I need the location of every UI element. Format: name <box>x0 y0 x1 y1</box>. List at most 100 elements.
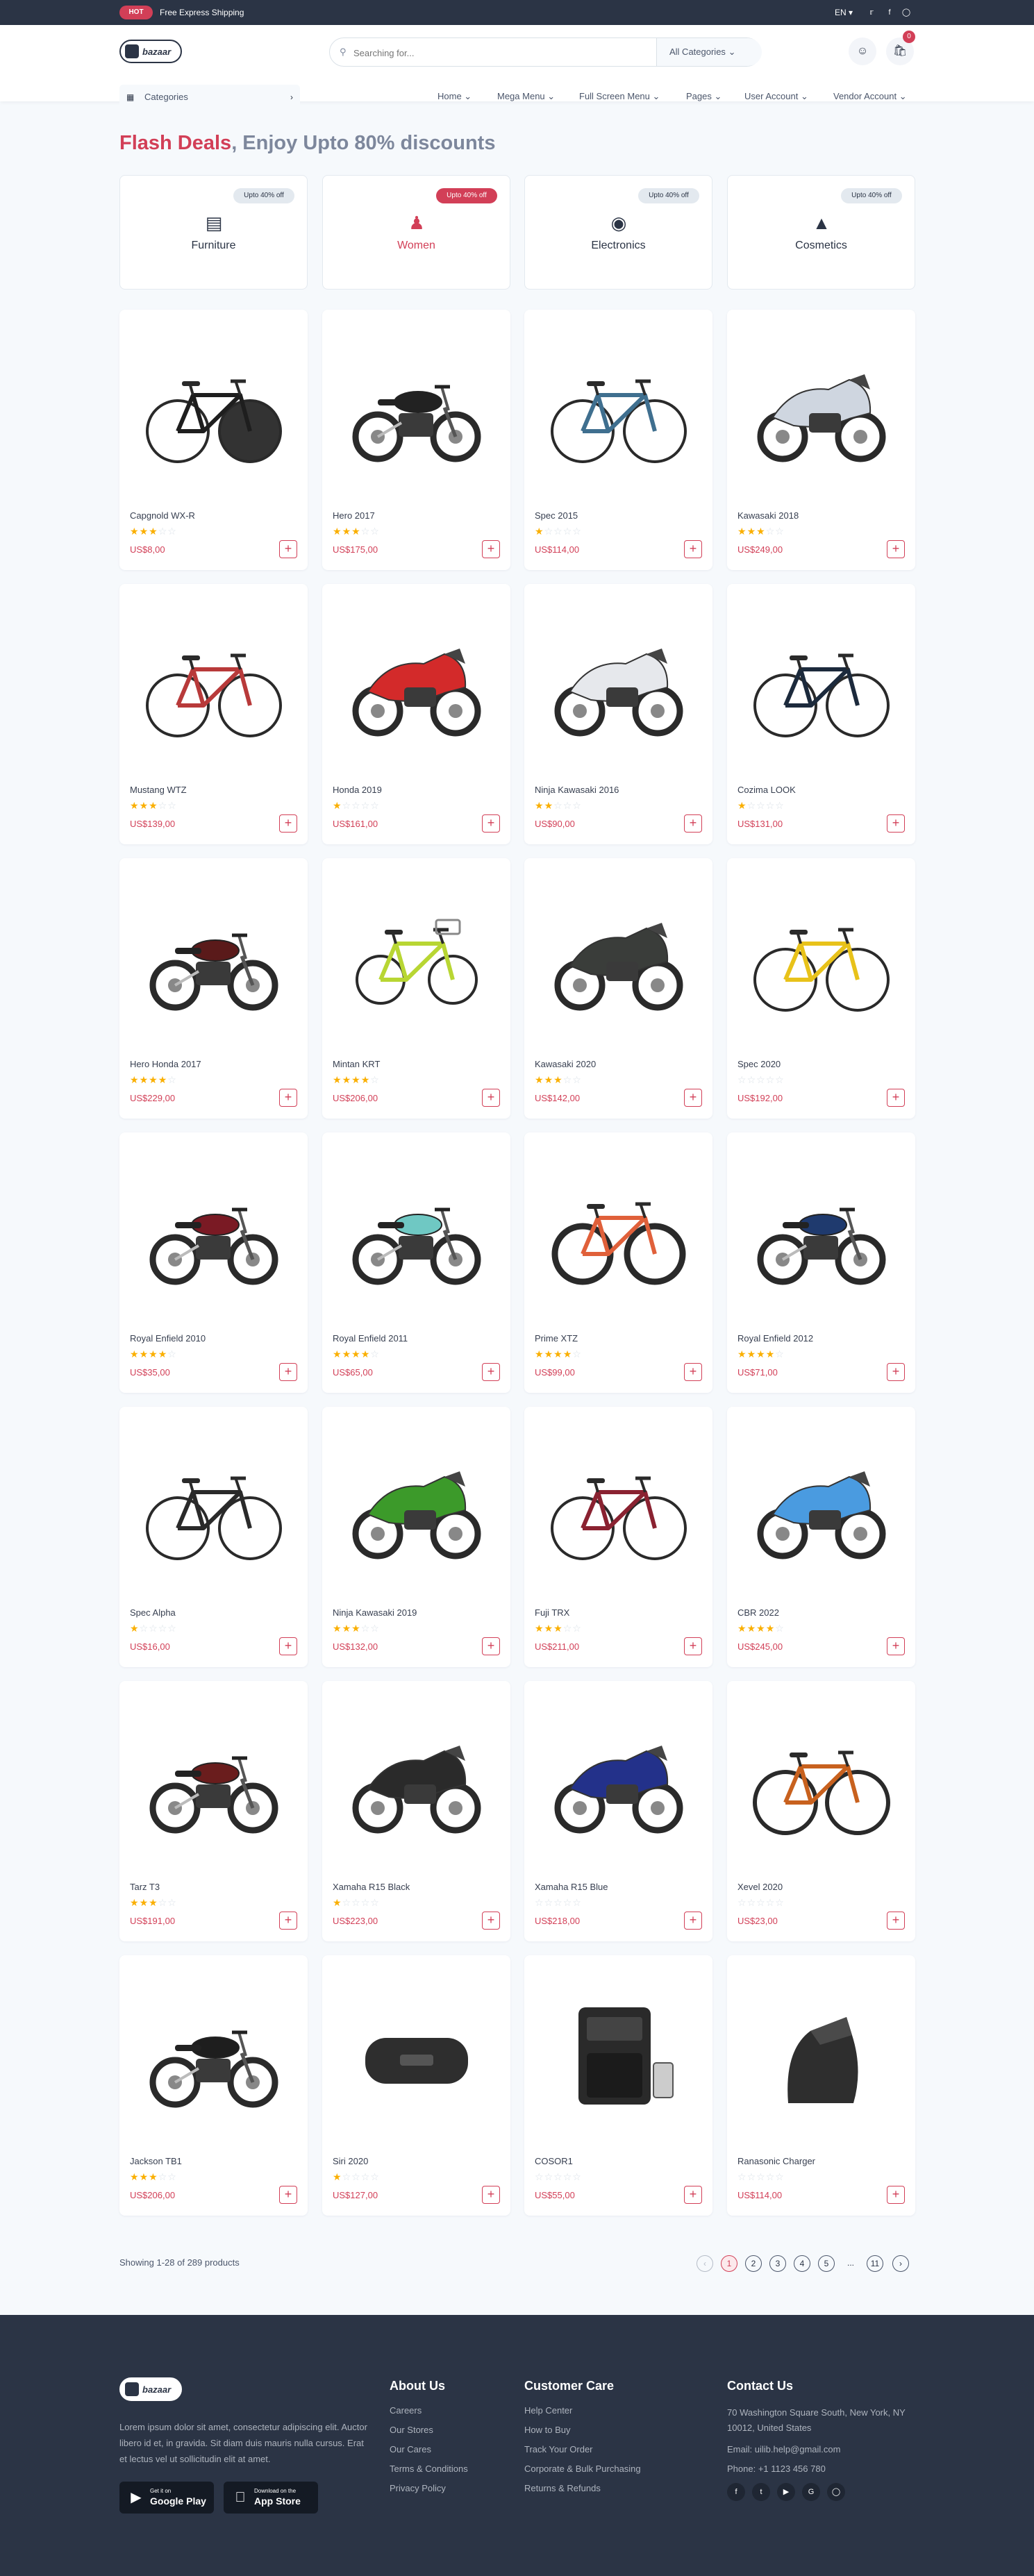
search-input[interactable] <box>353 44 631 61</box>
nav-home[interactable]: Home ⌄ <box>437 91 472 102</box>
add-to-cart-button[interactable]: + <box>684 1637 702 1655</box>
category-card-furniture[interactable]: Upto 40% off ▤ Furniture <box>119 175 308 290</box>
product-card[interactable]: Royal Enfield 2011 ★★★★☆ US$65,00 + <box>322 1132 510 1393</box>
product-image[interactable] <box>333 1417 500 1598</box>
footer-link[interactable]: Our Cares <box>390 2444 431 2454</box>
product-name[interactable]: Mintan KRT <box>333 1059 380 1069</box>
product-card[interactable]: Hero 2017 ★★★☆☆ US$175,00 + <box>322 310 510 570</box>
add-to-cart-button[interactable]: + <box>279 1363 297 1381</box>
product-image[interactable] <box>130 320 297 501</box>
product-image[interactable] <box>737 1143 905 1323</box>
add-to-cart-button[interactable]: + <box>482 2186 500 2204</box>
add-to-cart-button[interactable]: + <box>684 1912 702 1930</box>
product-card[interactable]: Siri 2020 ★☆☆☆☆ US$127,00 + <box>322 1955 510 2216</box>
footer-link[interactable]: Terms & Conditions <box>390 2464 468 2474</box>
add-to-cart-button[interactable]: + <box>684 1089 702 1107</box>
add-to-cart-button[interactable]: + <box>684 2186 702 2204</box>
product-image[interactable] <box>535 594 702 775</box>
nav-user-account[interactable]: User Account ⌄ <box>744 91 808 102</box>
product-image[interactable] <box>130 1966 297 2146</box>
product-image[interactable] <box>333 1143 500 1323</box>
twitter-icon[interactable]: t <box>752 2483 770 2501</box>
product-card[interactable]: Mustang WTZ ★★★☆☆ US$139,00 + <box>119 584 308 844</box>
product-name[interactable]: CBR 2022 <box>737 1607 779 1618</box>
page-button[interactable]: 4 <box>794 2255 810 2272</box>
add-to-cart-button[interactable]: + <box>482 1637 500 1655</box>
product-image[interactable] <box>333 1966 500 2146</box>
footer-link[interactable]: Privacy Policy <box>390 2483 446 2493</box>
product-name[interactable]: Ninja Kawasaki 2016 <box>535 785 619 795</box>
product-image[interactable] <box>130 869 297 1049</box>
facebook-icon[interactable]: f <box>727 2483 745 2501</box>
facebook-icon[interactable]: f <box>885 8 894 17</box>
product-card[interactable]: Xamaha R15 Black ★☆☆☆☆ US$223,00 + <box>322 1681 510 1941</box>
product-image[interactable] <box>333 869 500 1049</box>
product-name[interactable]: Kawasaki 2020 <box>535 1059 596 1069</box>
add-to-cart-button[interactable]: + <box>887 1912 905 1930</box>
product-name[interactable]: Spec 2015 <box>535 510 578 521</box>
product-card[interactable]: Jackson TB1 ★★★☆☆ US$206,00 + <box>119 1955 308 2216</box>
product-card[interactable]: COSOR1 ☆☆☆☆☆ US$55,00 + <box>524 1955 712 2216</box>
google-icon[interactable]: G <box>802 2483 820 2501</box>
product-image[interactable] <box>737 869 905 1049</box>
page-button[interactable]: 11 <box>867 2255 883 2272</box>
product-card[interactable]: Ninja Kawasaki 2016 ★★☆☆☆ US$90,00 + <box>524 584 712 844</box>
product-image[interactable] <box>535 1691 702 1872</box>
product-image[interactable] <box>535 869 702 1049</box>
product-name[interactable]: Xamaha R15 Blue <box>535 1882 608 1892</box>
logo[interactable]: bazaar <box>119 39 182 64</box>
instagram-icon[interactable]: ◯ <box>827 2483 845 2501</box>
add-to-cart-button[interactable]: + <box>279 1637 297 1655</box>
nav-pages[interactable]: Pages ⌄ <box>686 91 722 102</box>
add-to-cart-button[interactable]: + <box>279 540 297 558</box>
product-image[interactable] <box>130 1417 297 1598</box>
product-name[interactable]: Kawasaki 2018 <box>737 510 799 521</box>
product-card[interactable]: Ranasonic Charger ☆☆☆☆☆ US$114,00 + <box>727 1955 915 2216</box>
footer-logo[interactable]: bazaar <box>119 2377 182 2401</box>
product-name[interactable]: Spec 2020 <box>737 1059 781 1069</box>
product-image[interactable] <box>535 1417 702 1598</box>
add-to-cart-button[interactable]: + <box>482 1363 500 1381</box>
add-to-cart-button[interactable]: + <box>482 814 500 833</box>
add-to-cart-button[interactable]: + <box>482 1089 500 1107</box>
add-to-cart-button[interactable]: + <box>482 540 500 558</box>
product-card[interactable]: Royal Enfield 2010 ★★★★☆ US$35,00 + <box>119 1132 308 1393</box>
product-name[interactable]: Fuji TRX <box>535 1607 569 1618</box>
add-to-cart-button[interactable]: + <box>887 1363 905 1381</box>
add-to-cart-button[interactable]: + <box>887 1089 905 1107</box>
user-account-button[interactable]: ☺ <box>849 37 876 65</box>
product-name[interactable]: Tarz T3 <box>130 1882 160 1892</box>
product-card[interactable]: Spec 2020 ☆☆☆☆☆ US$192,00 + <box>727 858 915 1119</box>
language-selector[interactable]: EN ▾ <box>835 8 853 17</box>
product-name[interactable]: Ninja Kawasaki 2019 <box>333 1607 417 1618</box>
add-to-cart-button[interactable]: + <box>684 1363 702 1381</box>
product-name[interactable]: COSOR1 <box>535 2156 573 2166</box>
product-card[interactable]: Spec 2015 ★☆☆☆☆ US$114,00 + <box>524 310 712 570</box>
footer-link[interactable]: Corporate & Bulk Purchasing <box>524 2464 641 2474</box>
add-to-cart-button[interactable]: + <box>279 2186 297 2204</box>
nav-mega-menu[interactable]: Mega Menu ⌄ <box>497 91 555 102</box>
add-to-cart-button[interactable]: + <box>279 1089 297 1107</box>
product-name[interactable]: Prime XTZ <box>535 1333 578 1344</box>
footer-link[interactable]: Track Your Order <box>524 2444 593 2454</box>
product-image[interactable] <box>333 594 500 775</box>
add-to-cart-button[interactable]: + <box>887 2186 905 2204</box>
product-image[interactable] <box>535 1966 702 2146</box>
product-name[interactable]: Ranasonic Charger <box>737 2156 815 2166</box>
add-to-cart-button[interactable]: + <box>684 540 702 558</box>
product-image[interactable] <box>737 1966 905 2146</box>
product-image[interactable] <box>535 320 702 501</box>
product-name[interactable]: Capgnold WX-R <box>130 510 195 521</box>
nav-vendor-account[interactable]: Vendor Account ⌄ <box>833 91 907 102</box>
product-name[interactable]: Honda 2019 <box>333 785 382 795</box>
product-name[interactable]: Hero Honda 2017 <box>130 1059 201 1069</box>
product-card[interactable]: Ninja Kawasaki 2019 ★★★☆☆ US$132,00 + <box>322 1407 510 1667</box>
product-card[interactable]: CBR 2022 ★★★★☆ US$245,00 + <box>727 1407 915 1667</box>
page-button[interactable]: 5 <box>818 2255 835 2272</box>
product-name[interactable]: Royal Enfield 2010 <box>130 1333 206 1344</box>
search-category-dropdown[interactable]: All Categories ⌄ <box>656 38 762 66</box>
category-card-cosmetics[interactable]: Upto 40% off ▲ Cosmetics <box>727 175 915 290</box>
product-image[interactable] <box>737 1417 905 1598</box>
add-to-cart-button[interactable]: + <box>482 1912 500 1930</box>
product-card[interactable]: Xevel 2020 ☆☆☆☆☆ US$23,00 + <box>727 1681 915 1941</box>
